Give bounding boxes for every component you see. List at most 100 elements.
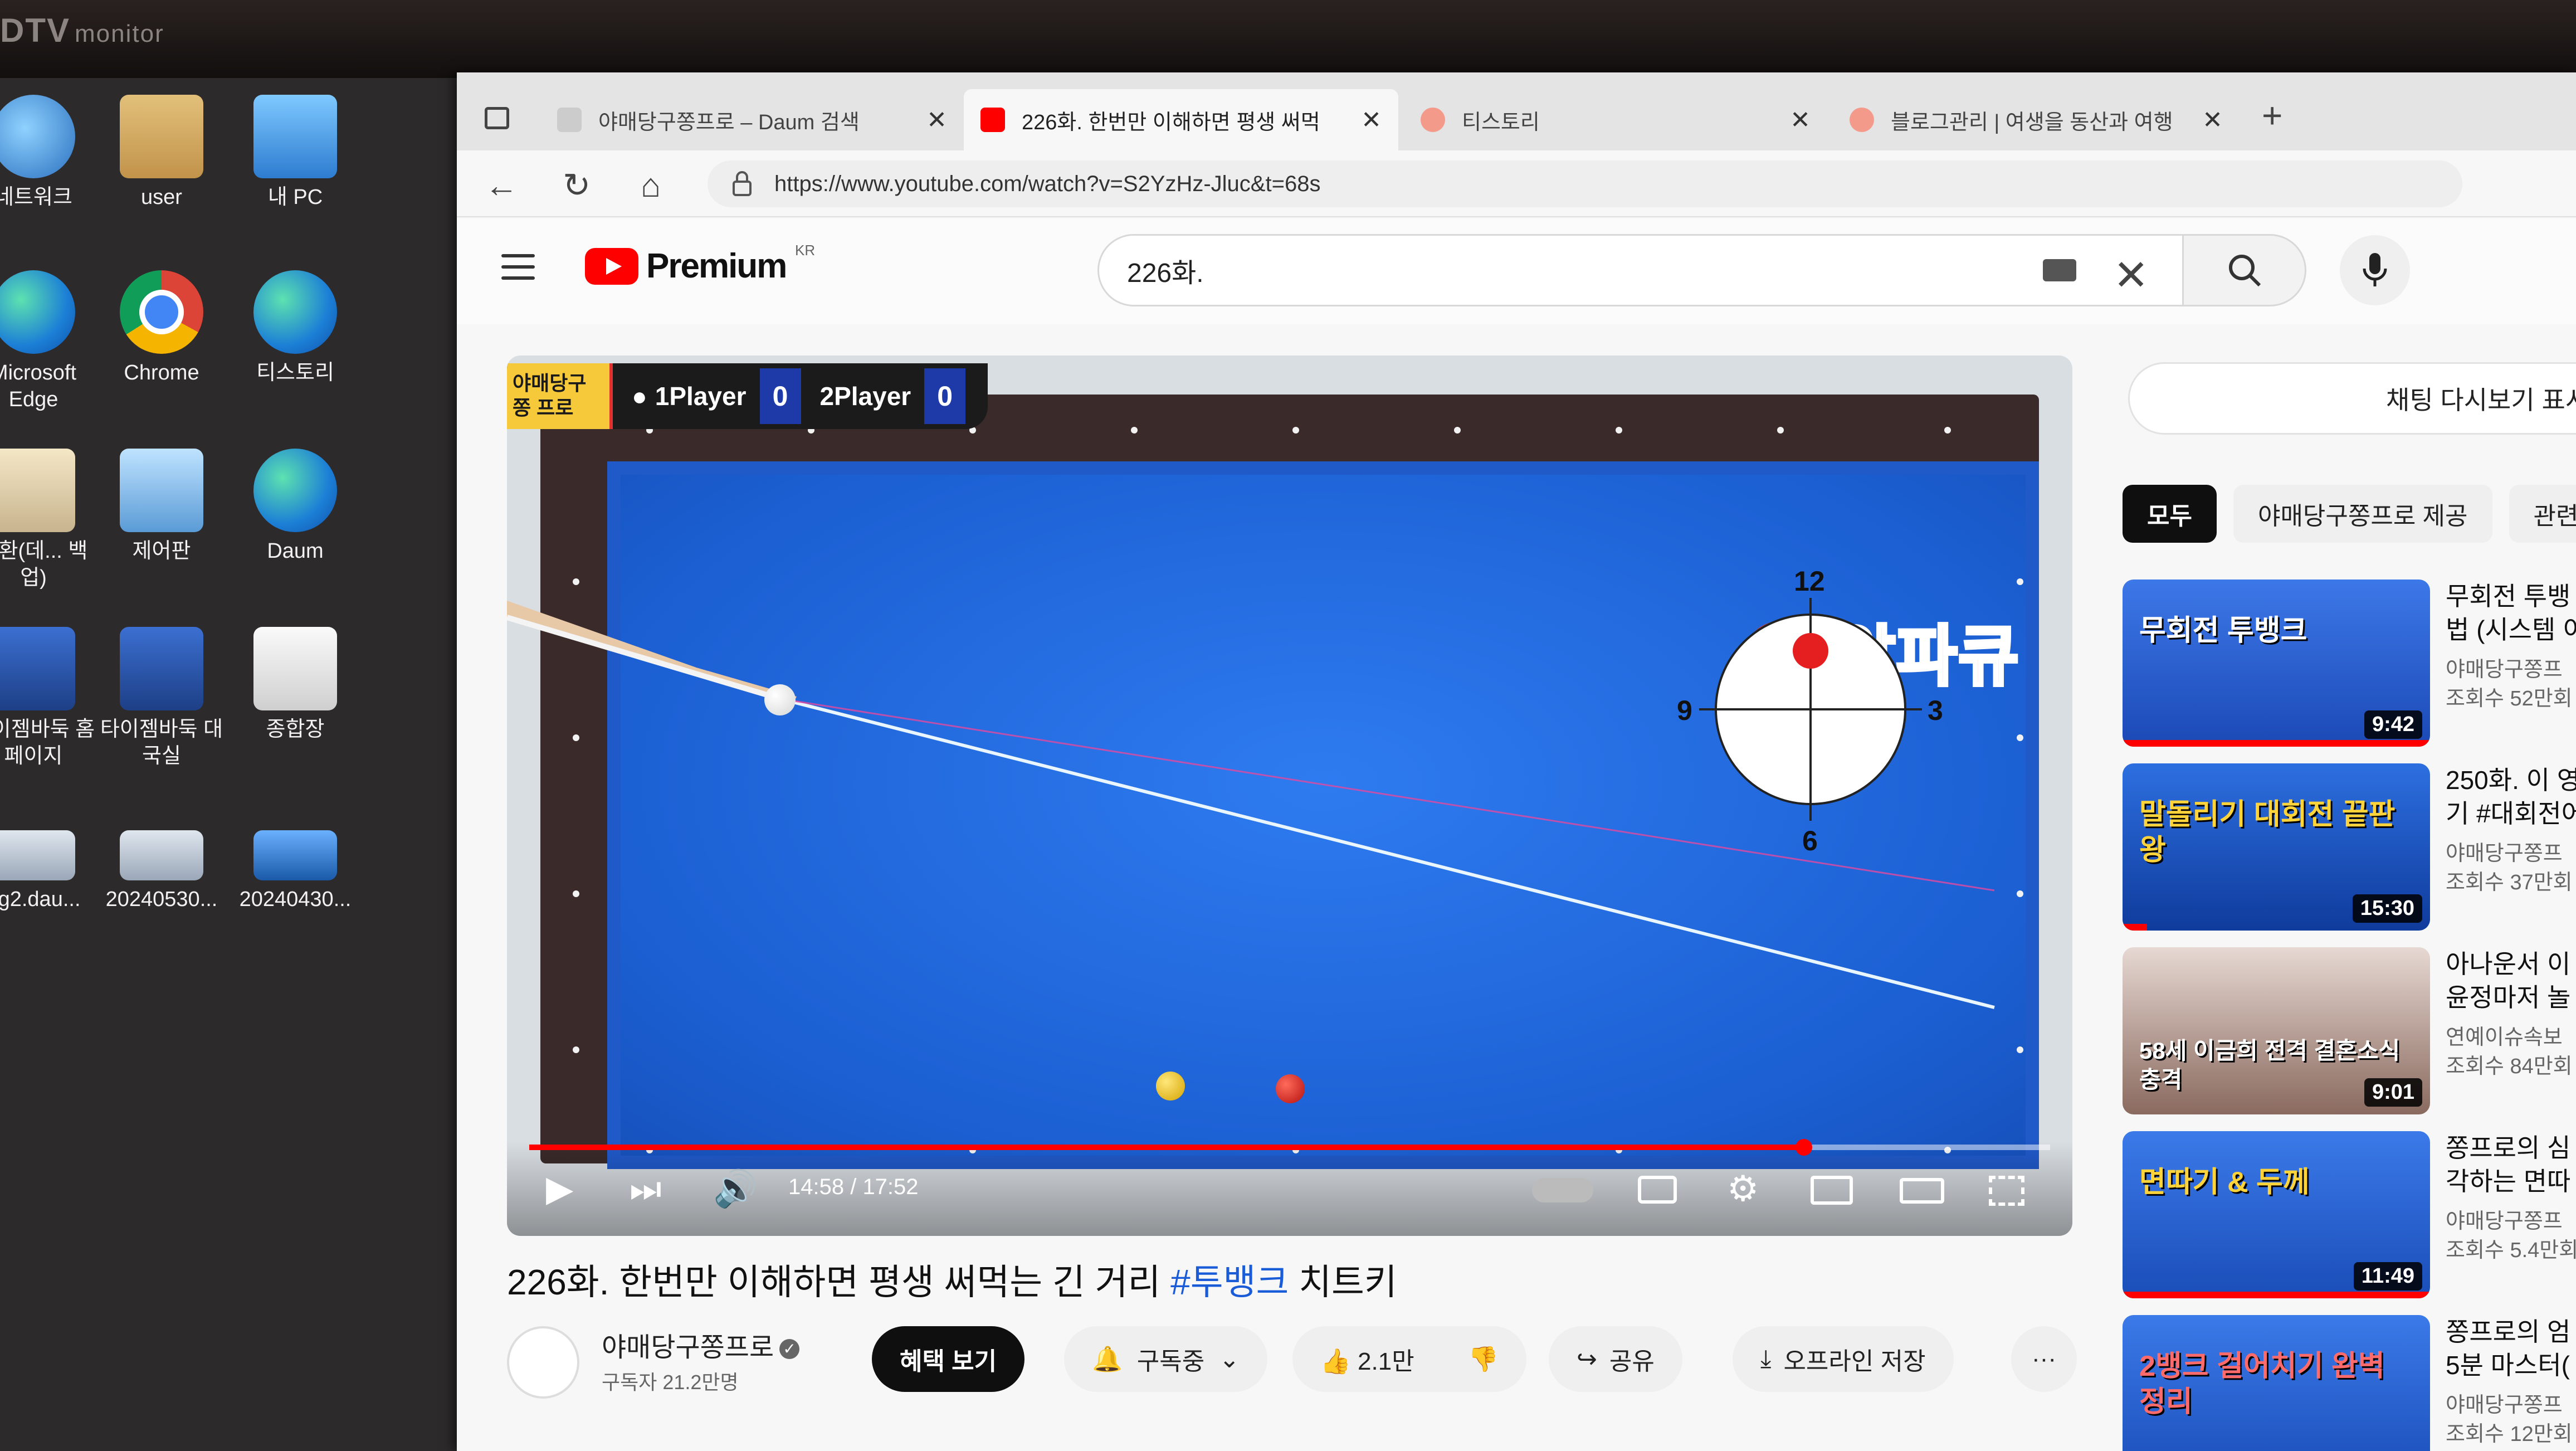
- bell-icon: 🔔: [1092, 1346, 1123, 1373]
- channel-avatar[interactable]: [507, 1326, 579, 1399]
- desktop-icon-file-3[interactable]: 20240430...: [228, 830, 362, 913]
- search-icon: [2228, 255, 2261, 287]
- close-icon[interactable]: ✕: [2202, 106, 2223, 134]
- desktop-icon-tygem-home[interactable]: 타이젬바둑 홈페이지: [0, 627, 100, 770]
- youtube-logo[interactable]: Premium KR: [585, 242, 815, 286]
- lock-icon: [733, 171, 752, 196]
- menu-icon[interactable]: [501, 254, 535, 282]
- back-arrow-icon[interactable]: ←: [485, 166, 518, 204]
- youtube-header: Premium KR 226화. ✕: [457, 218, 2576, 324]
- clear-search-icon[interactable]: ✕: [2113, 250, 2149, 300]
- next-icon[interactable]: ⏭: [630, 1169, 662, 1208]
- keyboard-icon[interactable]: [2043, 259, 2076, 281]
- desktop-icon-chrome[interactable]: Chrome: [95, 270, 228, 386]
- close-icon[interactable]: ✕: [926, 106, 947, 134]
- desktop-icon-file-1[interactable]: ng2.dau...: [0, 830, 100, 913]
- miniplayer-icon[interactable]: [1811, 1176, 1853, 1205]
- search-button[interactable]: [2184, 234, 2306, 306]
- close-icon[interactable]: ✕: [1790, 106, 1811, 134]
- channel-overlay-logo: 야매당구 쫑 프로: [507, 363, 613, 429]
- hashtag-link[interactable]: #투뱅크: [1170, 1262, 1289, 1302]
- benefits-button[interactable]: 혜택 보기: [872, 1326, 1025, 1392]
- share-button[interactable]: ↪ 공유: [1549, 1326, 1682, 1392]
- scrubber-handle[interactable]: [1795, 1139, 1812, 1156]
- close-icon[interactable]: ✕: [1361, 106, 1382, 134]
- desktop-icon-notepad[interactable]: 종합장: [228, 627, 362, 743]
- share-icon: ↪: [1577, 1345, 1597, 1373]
- desktop-icon-file-2[interactable]: 20240530...: [95, 830, 228, 913]
- more-actions-button[interactable]: ···: [2011, 1326, 2077, 1392]
- desktop-icon-user[interactable]: user: [95, 95, 228, 211]
- tistory-favicon-icon: [1421, 108, 1445, 132]
- desktop-icon-tistory[interactable]: 티스토리: [228, 270, 362, 386]
- autoplay-toggle[interactable]: [1532, 1178, 1593, 1202]
- control-panel-icon: [120, 449, 203, 532]
- desktop-icon-backup[interactable]: 석환(데... 백업): [0, 449, 100, 591]
- desktop-icon-edge[interactable]: Microsoft Edge: [0, 270, 100, 413]
- recommended-video[interactable]: 2뱅크 걸어치기 완벽 정리 쫑프로의 엄 5분 마스터( 야매당구쫑프 조회수 1…: [2123, 1315, 2576, 1451]
- tab-youtube[interactable]: 226화. 한번만 이해하면 평생 써먹 ✕: [964, 89, 1398, 150]
- play-icon[interactable]: ▶: [546, 1169, 573, 1208]
- video-title: 226화. 한번만 이해하면 평생 써먹는 긴 거리 #투뱅크 치트키: [507, 1262, 1397, 1302]
- watched-bar: [2123, 740, 2430, 747]
- offline-save-button[interactable]: ⤓ 오프라인 저장: [1733, 1326, 1954, 1392]
- chip-channel[interactable]: 야매당구쫑프로 제공: [2233, 485, 2492, 543]
- chip-related[interactable]: 관련: [2509, 485, 2576, 543]
- image-file-icon: [120, 830, 203, 880]
- tab-blog-admin[interactable]: 블로그관리 | 여생을 동산과 여행 ✕: [1833, 89, 2240, 150]
- desktop-icon-daum[interactable]: Daum: [228, 449, 362, 564]
- video-thumbnail: 면따기 & 두께 11:49: [2123, 1131, 2430, 1298]
- home-icon[interactable]: ⌂: [641, 166, 661, 204]
- shot-overlay: [507, 598, 1995, 1009]
- desktop-icon-tygem-room[interactable]: 타이젬바둑 대국실: [95, 627, 228, 770]
- time-display: 14:58 / 17:52: [788, 1175, 919, 1199]
- video-player[interactable]: 알파큐 12 3 6 9 야매당구 쫑 프로 ● 1Player 0 2Play…: [507, 356, 2072, 1236]
- thumbs-down-icon[interactable]: 👎: [1468, 1345, 1499, 1374]
- edge-icon: [253, 270, 337, 354]
- chat-replay-button[interactable]: 채팅 다시보기 표시: [2128, 362, 2576, 435]
- edge-icon: [253, 449, 337, 532]
- desktop: 네트워크 user 내 PC Microsoft Edge Chrome 티스토…: [0, 78, 457, 1451]
- player1-label: ● 1Player: [632, 382, 747, 411]
- clock-9-label: 9: [1677, 695, 1692, 726]
- search-input[interactable]: 226화. ✕: [1097, 234, 2184, 306]
- channel-name[interactable]: 야매당구쫑프로 ✓: [602, 1325, 800, 1364]
- like-dislike-group: 👍 2.1만 👎: [1292, 1326, 1526, 1392]
- progress-fill: [529, 1145, 1804, 1150]
- notepad-icon: [253, 627, 337, 710]
- desktop-icon-network[interactable]: 네트워크: [0, 95, 100, 211]
- fullscreen-icon[interactable]: [1989, 1176, 2024, 1206]
- recommended-video[interactable]: 58세 이금희 전격 결혼소식 충격 9:01 아나운서 이 윤정마저 놀 연예이…: [2123, 947, 2576, 1114]
- subscribed-button[interactable]: 🔔 구독중 ⌄: [1064, 1326, 1268, 1392]
- theater-mode-icon[interactable]: [1900, 1178, 1944, 1204]
- desktop-icon-this-pc[interactable]: 내 PC: [228, 95, 362, 211]
- reload-icon[interactable]: ↻: [563, 166, 591, 205]
- chip-all[interactable]: 모두: [2123, 485, 2217, 543]
- subtitles-icon[interactable]: [1638, 1176, 1677, 1204]
- recommended-video[interactable]: 무회전 투뱅크 9:42 무회전 투뱅 법 (시스템 이 야매당구쫑프 조회수 52…: [2123, 580, 2576, 747]
- address-bar: ← ↻ ⌂ https://www.youtube.com/watch?v=S2…: [457, 150, 2576, 217]
- desktop-icon-control-panel[interactable]: 제어판: [95, 449, 228, 564]
- clock-3-label: 3: [1928, 695, 1943, 726]
- recommended-video[interactable]: 말돌리기 대회전 끝판왕 15:30 250화. 이 영기 #대회전어 야매당구…: [2123, 763, 2576, 931]
- tab-daum-search[interactable]: 야매당구쫑프로 – Daum 검색 ✕: [540, 89, 964, 150]
- new-tab-button[interactable]: +: [2262, 95, 2282, 136]
- user-folder-icon: [120, 95, 203, 178]
- voice-search-button[interactable]: [2340, 235, 2410, 305]
- player-controls: ▶ ⏭ 🔊 14:58 / 17:52 ⚙: [507, 1139, 2072, 1236]
- player2-score: 0: [924, 368, 966, 424]
- video-thumbnail: 무회전 투뱅크 9:42: [2123, 580, 2430, 747]
- progress-bar[interactable]: [529, 1139, 2050, 1156]
- settings-gear-icon[interactable]: ⚙: [1727, 1169, 1759, 1208]
- like-button[interactable]: 👍 2.1만: [1320, 1341, 1414, 1377]
- score-overlay: 야매당구 쫑 프로 ● 1Player 0 2Player 0: [507, 363, 988, 429]
- tab-tistory[interactable]: 티스토리 ✕: [1404, 89, 1827, 150]
- subscriber-count: 구독자 21.2만명: [602, 1371, 739, 1394]
- network-icon: [0, 95, 75, 178]
- tygem-shield-icon: [120, 627, 203, 710]
- tab-actions-icon[interactable]: [485, 107, 509, 129]
- volume-icon[interactable]: 🔊: [713, 1169, 758, 1208]
- recommended-video[interactable]: 면따기 & 두께 11:49 쫑프로의 심 각하는 면따 야매당구쫑프 조회수 5.…: [2123, 1131, 2576, 1298]
- url-field[interactable]: https://www.youtube.com/watch?v=S2YzHz-J…: [708, 160, 2462, 207]
- image-file-icon: [0, 830, 75, 880]
